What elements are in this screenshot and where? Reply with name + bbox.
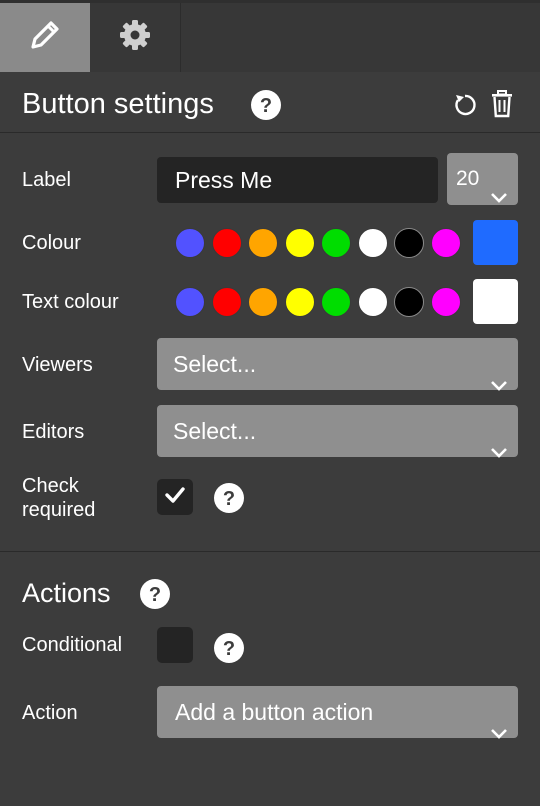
- editors-placeholder: Select...: [173, 418, 257, 444]
- header-divider: [0, 132, 540, 133]
- text-colour-swatch[interactable]: [430, 287, 461, 317]
- section-divider: [0, 551, 540, 552]
- action-placeholder: Add a button action: [175, 699, 374, 725]
- text-colour-swatch[interactable]: [248, 287, 278, 317]
- check-required-label-line2: required: [22, 499, 96, 521]
- check-required-label-line1: Check: [22, 475, 79, 497]
- text-colour-swatch[interactable]: [175, 287, 205, 317]
- tab-settings[interactable]: [90, 3, 181, 72]
- font-size-value: 20: [456, 167, 480, 190]
- text-colour-picker-button[interactable]: [473, 279, 518, 324]
- colour-swatch[interactable]: [357, 228, 388, 258]
- text-colour-swatch[interactable]: [394, 287, 424, 317]
- tab-bar: [0, 0, 540, 72]
- svg-text:?: ?: [149, 584, 161, 606]
- conditional-checkbox[interactable]: [157, 627, 193, 663]
- text-colour-swatch[interactable]: [211, 287, 242, 317]
- colour-picker-button[interactable]: [473, 220, 518, 265]
- colour-swatch[interactable]: [321, 228, 351, 258]
- editors-label: Editors: [22, 421, 85, 443]
- trash-icon[interactable]: [489, 90, 515, 123]
- colour-swatch[interactable]: [248, 228, 278, 258]
- help-icon[interactable]: ?: [213, 482, 245, 514]
- action-select[interactable]: Add a button action: [157, 686, 518, 739]
- colour-swatch[interactable]: [430, 228, 461, 258]
- colour-swatch[interactable]: [284, 228, 315, 258]
- chevron-down-icon: [490, 358, 508, 410]
- editors-select[interactable]: Select...: [157, 405, 518, 458]
- text-colour-swatch[interactable]: [321, 287, 351, 317]
- help-icon[interactable]: ?: [213, 632, 245, 664]
- label-input[interactable]: Press Me: [157, 157, 438, 203]
- help-icon[interactable]: ?: [250, 89, 282, 121]
- chevron-down-icon: [490, 172, 508, 224]
- pencil-icon: [27, 17, 63, 58]
- page-title: Button settings: [22, 88, 214, 120]
- text-colour-swatch[interactable]: [357, 287, 388, 317]
- chevron-down-icon: [490, 425, 508, 477]
- check-required-checkbox[interactable]: [157, 479, 193, 515]
- checkmark-icon: [164, 486, 186, 509]
- reset-icon[interactable]: [452, 91, 478, 124]
- actions-title: Actions: [22, 578, 111, 608]
- svg-text:?: ?: [260, 95, 272, 117]
- viewers-label: Viewers: [22, 354, 93, 376]
- gear-icon: [117, 17, 153, 58]
- text-colour-label: Text colour: [22, 291, 119, 313]
- colour-label: Colour: [22, 232, 81, 254]
- chevron-down-icon: [490, 706, 508, 758]
- colour-swatch[interactable]: [211, 228, 242, 258]
- viewers-placeholder: Select...: [173, 351, 257, 377]
- svg-text:?: ?: [223, 488, 235, 510]
- colour-swatches: [175, 228, 461, 258]
- font-size-select[interactable]: 20: [447, 153, 518, 205]
- text-colour-swatches: [175, 287, 461, 317]
- help-icon[interactable]: ?: [139, 578, 171, 610]
- viewers-select[interactable]: Select...: [157, 338, 518, 391]
- conditional-label: Conditional: [22, 634, 123, 656]
- check-required-label: Check required: [22, 474, 95, 522]
- svg-text:?: ?: [223, 638, 235, 660]
- colour-swatch[interactable]: [175, 228, 205, 258]
- label-field-label: Label: [22, 169, 71, 191]
- colour-swatch[interactable]: [394, 228, 424, 258]
- action-label: Action: [22, 702, 78, 724]
- tab-edit[interactable]: [0, 3, 90, 72]
- text-colour-swatch[interactable]: [284, 287, 315, 317]
